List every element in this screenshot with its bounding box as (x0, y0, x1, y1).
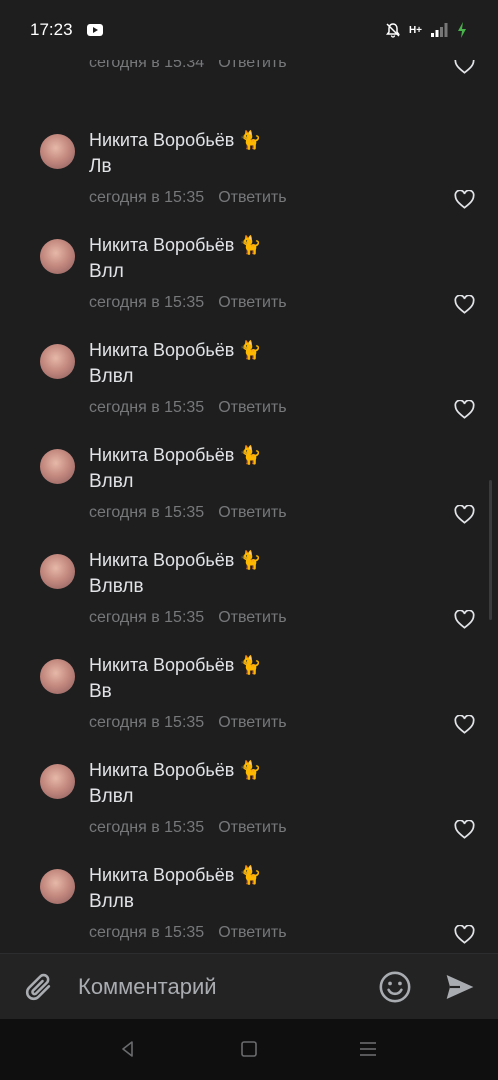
comment-time: сегодня в 15:35 (89, 714, 205, 731)
comment-item: Никита Воробьёв 🐈 Вллв сегодня в 15:35 Отв… (0, 845, 498, 950)
comment-text: Влл (89, 261, 124, 282)
network-type: H+ (408, 24, 422, 36)
cat-emoji: 🐈 (239, 130, 262, 150)
comment-author[interactable]: Никита Воробьёв🐈 (89, 760, 262, 781)
comment-time: сегодня в 15:35 (89, 819, 205, 836)
comment-composer (0, 953, 498, 1019)
back-icon[interactable] (118, 1039, 138, 1059)
comment-input[interactable] (78, 970, 358, 1004)
status-bar: 17:23 H+ (0, 0, 498, 60)
cat-emoji: 🐈 (239, 760, 262, 780)
avatar[interactable] (40, 869, 75, 904)
bell-mute-icon (385, 23, 400, 38)
cat-emoji: 🐈 (239, 340, 262, 360)
comments-feed[interactable]: Никита Воробьёв🐈 Лв сегодня в 15:34Ответ… (0, 0, 498, 953)
smile-icon[interactable] (378, 970, 412, 1004)
heart-icon[interactable] (454, 610, 475, 629)
comment-author[interactable]: Никита Воробьёв🐈 (89, 655, 262, 676)
comment-item: Никита Воробьёв 🐈 Влвл сегодня в 15:35 Отв… (0, 320, 498, 425)
comment-item: Никита Воробьёв 🐈 Влвлв сегодня в 15:35 От… (0, 530, 498, 635)
avatar[interactable] (40, 449, 75, 484)
avatar[interactable] (40, 239, 75, 274)
avatar[interactable] (40, 764, 75, 799)
comment-time: сегодня в 15:35 (89, 924, 205, 941)
home-icon[interactable] (239, 1039, 259, 1059)
comment-time: сегодня в 15:35 (89, 399, 205, 416)
reply-button[interactable]: Ответить (218, 399, 286, 416)
comment-time: сегодня в 15:35 (89, 294, 205, 311)
cat-emoji: 🐈 (239, 655, 262, 675)
status-time: 17:23 (30, 20, 73, 39)
comment-time: сегодня в 15:35 (89, 189, 205, 206)
comment-author[interactable]: Никита Воробьёв🐈 (89, 445, 262, 466)
comment-time: сегодня в 15:35 (89, 609, 205, 626)
comment-item: Никита Воробьёв 🐈 Влвл сегодня в 15:35 Отв… (0, 425, 498, 530)
heart-icon[interactable] (454, 820, 475, 839)
comment-text: Влвл (89, 786, 134, 807)
comment-text: Вв (89, 681, 112, 702)
comment-item: Никита Воробьёв 🐈 Лв сегодня в 15:35 Ответ… (0, 110, 498, 215)
heart-icon[interactable] (454, 925, 475, 944)
comment-time: сегодня в 15:35 (89, 504, 205, 521)
comment-text: Влвлв (89, 576, 144, 597)
avatar[interactable] (40, 554, 75, 589)
scrollbar[interactable] (489, 480, 492, 620)
cat-emoji: 🐈 (239, 235, 262, 255)
comment-text: Влвл (89, 471, 134, 492)
signal-icon (431, 23, 448, 37)
reply-button[interactable]: Ответить (218, 924, 286, 941)
reply-button[interactable]: Ответить (218, 504, 286, 521)
cat-emoji: 🐈 (239, 865, 262, 885)
reply-button[interactable]: Ответить (218, 819, 286, 836)
reply-button[interactable]: Ответить (218, 714, 286, 731)
reply-button[interactable]: Ответить (218, 609, 286, 626)
comment-author[interactable]: Никита Воробьёв🐈 (89, 130, 262, 151)
youtube-icon (86, 24, 103, 36)
avatar[interactable] (40, 344, 75, 379)
send-icon[interactable] (444, 971, 476, 1003)
comment-text: Лв (89, 156, 112, 177)
reply-button[interactable]: Ответить (218, 189, 286, 206)
avatar[interactable] (40, 134, 75, 169)
heart-icon[interactable] (454, 295, 475, 314)
comment-author[interactable]: Никита Воробьёв🐈 (89, 340, 262, 361)
heart-icon[interactable] (454, 715, 475, 734)
comment-text: Вллв (89, 891, 134, 912)
system-nav-bar (0, 1019, 498, 1080)
battery-charging-icon (458, 22, 466, 38)
reply-button[interactable]: Ответить (218, 294, 286, 311)
cat-emoji: 🐈 (239, 550, 262, 570)
comment-item: Никита Воробьёв 🐈 Вв сегодня в 15:35 Ответ… (0, 635, 498, 740)
paperclip-icon[interactable] (22, 970, 56, 1004)
comment-text: Влвл (89, 366, 134, 387)
comment-author[interactable]: Никита Воробьёв🐈 (89, 235, 262, 256)
comment-author[interactable]: Никита Воробьёв🐈 (89, 550, 262, 571)
heart-icon[interactable] (454, 400, 475, 419)
menu-icon[interactable] (358, 1039, 378, 1059)
comment-item: Никита Воробьёв 🐈 Влл сегодня в 15:35 Отве… (0, 215, 498, 320)
comment-author[interactable]: Никита Воробьёв🐈 (89, 865, 262, 886)
cat-emoji: 🐈 (239, 445, 262, 465)
heart-icon[interactable] (454, 505, 475, 524)
comment-item: Никита Воробьёв 🐈 Влвл сегодня в 15:35 Отв… (0, 740, 498, 845)
heart-icon[interactable] (454, 190, 475, 209)
avatar[interactable] (40, 659, 75, 694)
